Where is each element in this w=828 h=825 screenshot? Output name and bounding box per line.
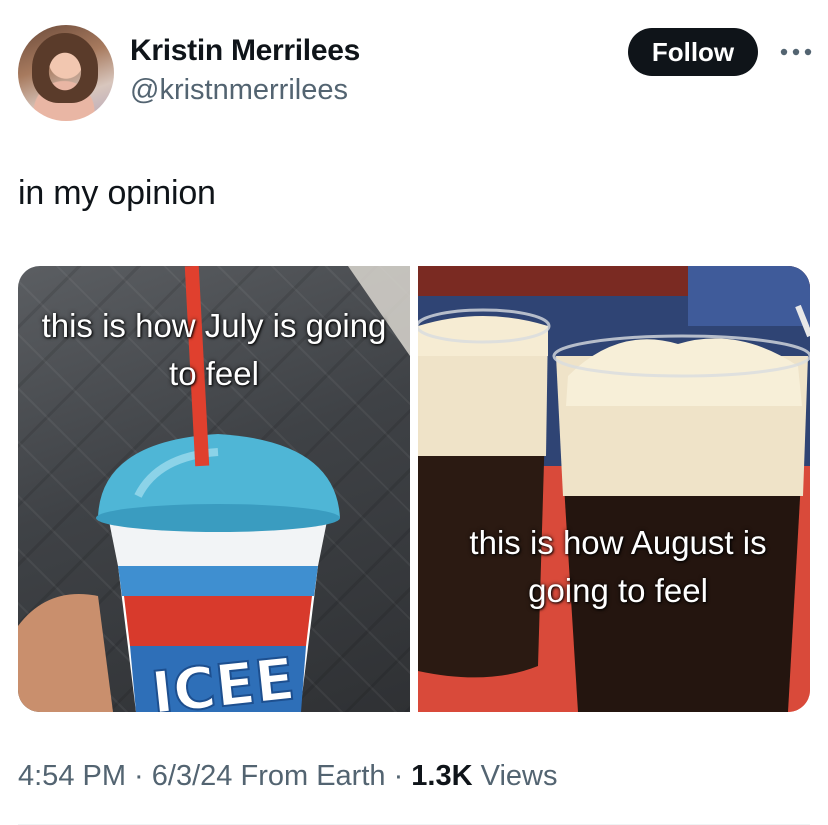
more-icon[interactable] [776,38,816,66]
media-image-right[interactable]: this is how August is going to feel [418,266,810,712]
avatar-hair [32,33,98,103]
left-meme-caption: this is how July is going to feel [41,307,387,392]
tweet-date[interactable]: 6/3/24 [152,760,233,792]
more-horizontal-icon [780,48,812,56]
views-label: Views [472,760,558,792]
meta-separator: · [126,760,152,792]
meta-separator: · [385,760,412,792]
tweet-time[interactable]: 4:54 PM [18,760,126,792]
views-count: 1.3K [411,760,473,792]
root-beer-float-illustration [418,266,810,712]
tweet-source: From Earth [232,760,386,792]
avatar[interactable] [18,25,114,121]
media-image-left[interactable]: ICEE this is how July is going to feel [18,266,410,712]
author-display-name[interactable]: Kristin Merrilees [130,34,360,68]
media-grid[interactable]: ICEE this is how July is going to feel t… [18,266,810,712]
tweet-meta: 4:54 PM · 6/3/24 From Earth · 1.3K Views [18,760,557,793]
tweet-text: in my opinion [18,174,216,212]
right-meme-caption: this is how August is going to feel [469,524,767,609]
follow-button[interactable]: Follow [628,28,758,76]
author-handle[interactable]: @kristnmerrilees [130,74,348,107]
